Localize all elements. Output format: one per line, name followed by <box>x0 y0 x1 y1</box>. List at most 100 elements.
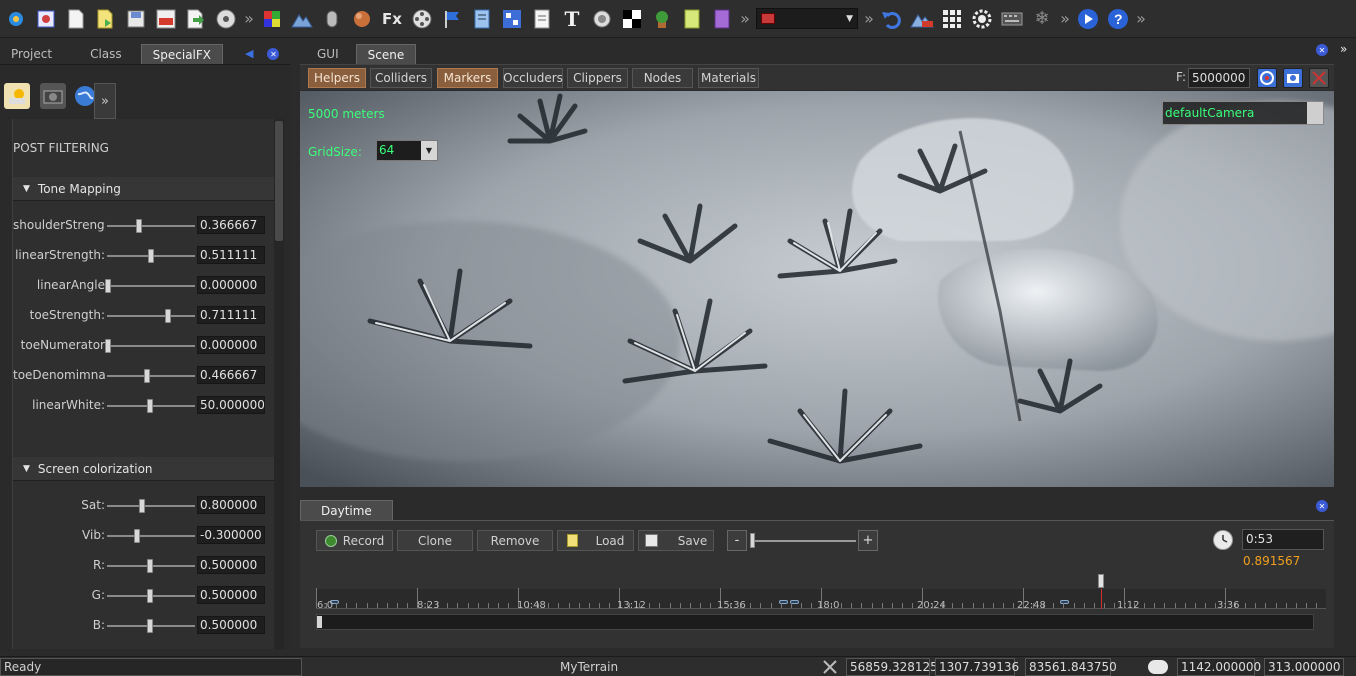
param-slider-track[interactable] <box>107 225 195 227</box>
scene-viewport[interactable]: 5000 meters GridSize: 64 ▼ defaultCamera <box>300 91 1334 487</box>
param-value-input[interactable]: 50.000000 <box>197 396 265 414</box>
param-slider-thumb[interactable] <box>147 559 153 573</box>
param-slider-thumb[interactable] <box>144 369 151 383</box>
help-icon[interactable]: ? <box>1106 7 1130 31</box>
script-icon[interactable] <box>470 7 494 31</box>
daytime-timeline[interactable]: 6:0 8:23 10:48 13:12 15:36 18:0 20:24 22:48 1:12… <box>316 588 1326 611</box>
far-plane-input[interactable]: 5000000 <box>1188 68 1250 88</box>
export-icon[interactable] <box>154 7 178 31</box>
record-button[interactable]: Record <box>316 530 393 551</box>
fx-more-button[interactable]: » <box>94 83 116 119</box>
param-slider-track[interactable] <box>107 315 195 317</box>
toolbar-combo[interactable]: ▼ <box>756 8 858 29</box>
colliders-toggle[interactable]: Colliders <box>370 68 432 88</box>
time-input[interactable]: 0:53 <box>1242 529 1324 550</box>
toolbar-overflow-3[interactable]: » <box>864 9 874 28</box>
param-value-input[interactable]: 0.466667 <box>197 366 265 384</box>
clone-button[interactable]: Clone <box>397 530 473 551</box>
load-button[interactable]: Load <box>557 530 634 551</box>
mouse-icon[interactable] <box>320 7 344 31</box>
param-slider-thumb[interactable] <box>138 499 145 513</box>
terrain-icon[interactable] <box>290 7 314 31</box>
param-slider-track[interactable] <box>107 505 195 507</box>
param-slider-thumb[interactable] <box>147 399 153 413</box>
param-value-input[interactable]: 0.500000 <box>197 586 265 604</box>
network-icon[interactable] <box>500 7 524 31</box>
tone-mapping-header[interactable]: ▼ Tone Mapping <box>13 177 274 201</box>
timeline-key[interactable] <box>1060 600 1069 604</box>
sun-icon[interactable] <box>4 83 30 109</box>
disabled-tool-icon[interactable] <box>1309 68 1329 88</box>
plant-icon[interactable] <box>650 7 674 31</box>
camera-icon[interactable] <box>40 83 66 109</box>
screen-colorization-header[interactable]: ▼ Screen colorization <box>13 457 274 481</box>
open-file-icon[interactable] <box>94 7 118 31</box>
toolbar-overflow-4[interactable]: » <box>1060 9 1070 28</box>
tab-scene[interactable]: Scene <box>355 44 417 64</box>
timeline-scrollbar[interactable] <box>316 614 1314 630</box>
play-icon[interactable] <box>1076 7 1100 31</box>
decrease-speed-button[interactable]: - <box>727 530 747 551</box>
speed-slider-track[interactable] <box>752 540 856 542</box>
book-icon[interactable] <box>710 7 734 31</box>
terrain-new-icon[interactable] <box>910 7 934 31</box>
param-value-input[interactable]: 0.800000 <box>197 496 265 514</box>
param-value-input[interactable]: 0.711111 <box>197 306 265 324</box>
param-slider-thumb[interactable] <box>147 589 153 603</box>
flag-icon[interactable] <box>440 7 464 31</box>
notes-icon[interactable] <box>530 7 554 31</box>
tab-gui[interactable]: GUI <box>306 44 350 64</box>
close-scene-icon[interactable]: ✕ <box>1316 44 1328 56</box>
param-value-input[interactable]: 0.000000 <box>197 336 265 354</box>
param-slider-thumb[interactable] <box>105 339 111 353</box>
speaker-icon[interactable] <box>590 7 614 31</box>
grid-size-select[interactable]: 64 ▼ <box>376 140 438 161</box>
clippers-toggle[interactable]: Clippers <box>567 68 628 88</box>
scroll-right-icon[interactable]: » <box>1340 42 1347 56</box>
timeline-cursor-handle[interactable] <box>1098 574 1104 588</box>
param-value-input[interactable]: 0.000000 <box>197 276 265 294</box>
param-slider-thumb[interactable] <box>134 529 141 543</box>
panel-scrollbar[interactable] <box>274 119 284 649</box>
param-slider-thumb[interactable] <box>147 619 153 633</box>
film-reel-icon[interactable] <box>410 7 434 31</box>
param-slider-thumb[interactable] <box>147 249 154 263</box>
sphere-icon[interactable] <box>350 7 374 31</box>
keyboard-icon[interactable] <box>1000 7 1024 31</box>
cube-icon[interactable] <box>260 7 284 31</box>
helpers-toggle[interactable]: Helpers <box>308 68 366 88</box>
param-value-input[interactable]: 0.500000 <box>197 556 265 574</box>
param-slider-thumb[interactable] <box>164 309 171 323</box>
increase-speed-button[interactable]: + <box>858 530 878 551</box>
panel-scrollbar-thumb[interactable] <box>275 121 283 241</box>
timeline-scrollbar-thumb[interactable] <box>317 616 322 628</box>
param-value-input[interactable]: -0.300000 <box>197 526 265 544</box>
param-slider-thumb[interactable] <box>105 279 111 293</box>
new-file-icon[interactable] <box>64 7 88 31</box>
undo-icon[interactable] <box>880 7 904 31</box>
param-slider-track[interactable] <box>107 375 195 377</box>
materials-toggle[interactable]: Materials <box>698 68 759 88</box>
toolbar-overflow-1[interactable]: » <box>244 9 254 28</box>
import-icon[interactable] <box>184 7 208 31</box>
param-slider-track[interactable] <box>107 535 195 537</box>
disc-icon[interactable] <box>214 7 238 31</box>
checker-icon[interactable] <box>620 7 644 31</box>
param-slider-track[interactable] <box>107 345 195 347</box>
remove-button[interactable]: Remove <box>477 530 553 551</box>
app-icon[interactable] <box>4 7 28 31</box>
panel-prev-icon[interactable]: ◀ <box>245 44 253 64</box>
text-icon[interactable]: T <box>560 7 584 31</box>
nodes-toggle[interactable]: Nodes <box>632 68 693 88</box>
camera-select[interactable]: defaultCamera <box>1162 101 1324 125</box>
tab-class[interactable]: Class <box>79 44 133 64</box>
markers-toggle[interactable]: Markers <box>437 68 498 88</box>
toolbar-overflow-2[interactable]: » <box>740 9 750 28</box>
gear-icon[interactable] <box>970 7 994 31</box>
toolbar-overflow-5[interactable]: » <box>1136 9 1146 28</box>
tab-specialfx[interactable]: SpecialFX <box>140 44 223 64</box>
param-slider-thumb[interactable] <box>136 219 143 233</box>
grid-icon[interactable] <box>940 7 964 31</box>
snowflake-icon[interactable]: ❄ <box>1030 7 1054 31</box>
tab-daytime[interactable]: Daytime <box>300 500 393 520</box>
